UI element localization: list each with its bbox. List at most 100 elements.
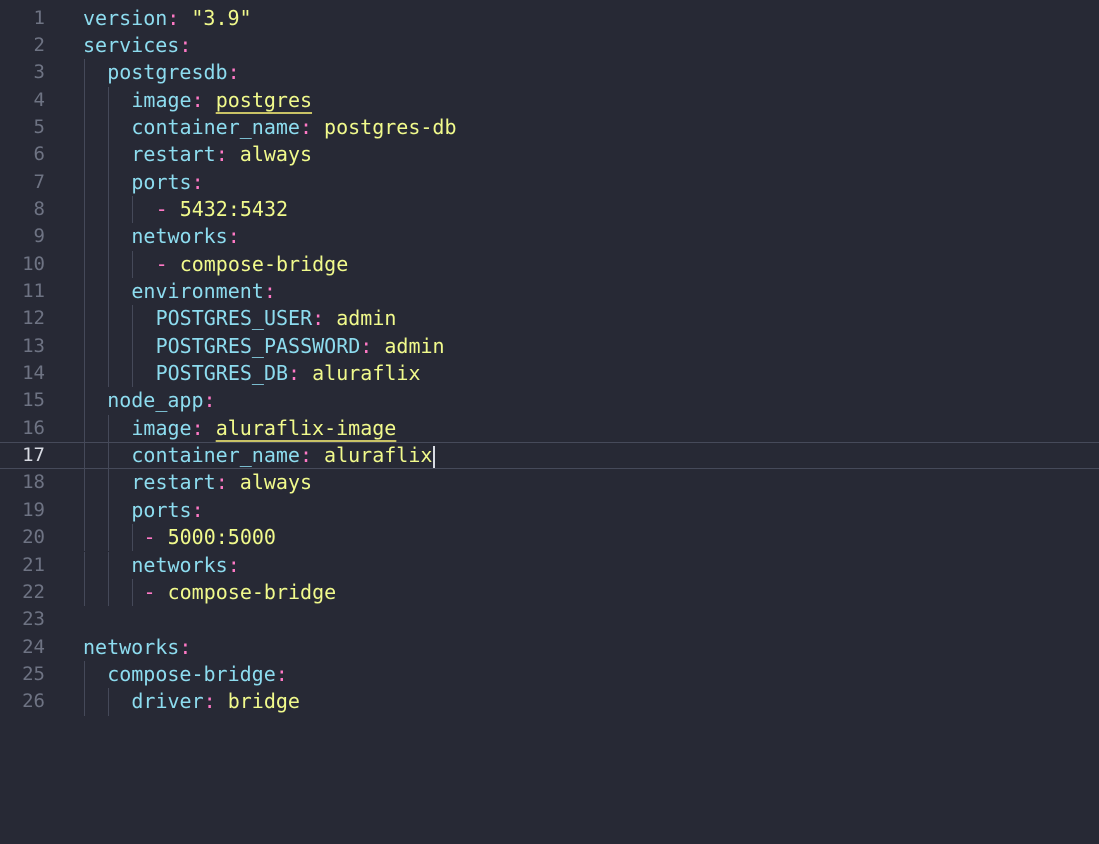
code-line[interactable]: 24 networks: [0, 634, 1099, 661]
list-dash: - [143, 579, 168, 604]
indent-guide [108, 551, 110, 579]
code-text[interactable]: - 5000:5000 [144, 524, 276, 551]
indent-guide [84, 223, 85, 251]
indent-guide [108, 496, 110, 525]
indent-guide [108, 168, 110, 196]
code-text[interactable]: - compose-bridge [156, 251, 349, 278]
code-text[interactable]: restart: always [131, 469, 312, 496]
indent-guide [108, 86, 110, 114]
yaml-key: services [83, 32, 180, 57]
code-line[interactable]: 21 networks: [0, 551, 1099, 579]
code-text[interactable]: - compose-bridge [144, 579, 337, 606]
indent-guide [108, 141, 110, 169]
code-text[interactable]: networks: [83, 634, 191, 661]
code-line[interactable]: 22 - compose-bridge [0, 578, 1099, 607]
indent-guide [84, 688, 85, 716]
yaml-key: environment [131, 279, 264, 303]
code-text[interactable]: - 5432:5432 [156, 196, 288, 223]
indent-guide [132, 250, 134, 278]
code-line[interactable]: 5 container_name: postgres-db [0, 113, 1099, 142]
line-number: 2 [33, 33, 45, 56]
code-text[interactable]: image: aluraflix-image [131, 415, 396, 442]
code-text[interactable]: version: "3.9" [83, 5, 252, 32]
list-dash: - [143, 525, 168, 550]
code-text[interactable]: driver: bridge [131, 688, 300, 715]
code-text[interactable]: node_app: [107, 387, 215, 414]
code-text[interactable]: image: postgres [131, 87, 312, 114]
line-number: 22 [22, 580, 45, 603]
code-line[interactable]: 13 POSTGRES_PASSWORD: admin [0, 332, 1099, 361]
code-line[interactable]: 16 image: aluraflix-image [0, 414, 1099, 443]
yaml-colon: : [179, 634, 192, 659]
code-line[interactable]: 10 - compose-bridge [0, 250, 1099, 278]
code-line[interactable]: 8 - 5432:5432 [0, 195, 1099, 224]
yaml-colon: : [167, 5, 180, 30]
code-text[interactable]: POSTGRES_PASSWORD: admin [156, 333, 445, 360]
yaml-value: postgres-db [312, 114, 457, 139]
code-text[interactable]: networks: [131, 223, 239, 250]
yaml-colon: : [275, 661, 288, 686]
code-text[interactable]: networks: [131, 552, 239, 579]
yaml-colon: : [227, 60, 240, 85]
indent-guide [132, 332, 134, 361]
code-line[interactable]: 11 environment: [0, 278, 1099, 306]
indent-guide [108, 250, 110, 278]
code-line[interactable]: 3 postgresdb: [0, 59, 1099, 87]
code-text[interactable]: POSTGRES_USER: admin [156, 305, 397, 332]
code-text[interactable]: container_name: postgres-db [131, 114, 456, 141]
line-number: 19 [22, 498, 45, 521]
indent-guide [84, 387, 85, 415]
yaml-colon: : [227, 552, 240, 577]
yaml-colon: : [312, 306, 325, 331]
yaml-colon: : [263, 279, 276, 303]
code-text[interactable]: POSTGRES_DB: aluraflix [156, 360, 421, 387]
code-line[interactable]: 17 container_name: aluraflix [0, 442, 1099, 470]
indent-guide [84, 414, 85, 443]
yaml-colon: : [360, 333, 373, 358]
code-text[interactable]: container_name: aluraflix [131, 442, 436, 469]
code-line[interactable]: 15 node_app: [0, 387, 1099, 415]
code-text[interactable]: environment: [131, 278, 276, 305]
yaml-colon: : [191, 415, 204, 440]
code-text[interactable]: compose-bridge: [107, 661, 288, 688]
yaml-key: POSTGRES_PASSWORD [155, 333, 361, 358]
code-line[interactable]: 23 [0, 606, 1099, 633]
indent-guide [84, 469, 85, 497]
code-line[interactable]: 1 version: "3.9" [0, 5, 1099, 32]
yaml-key: container_name [131, 443, 300, 468]
code-line[interactable]: 18 restart: always [0, 469, 1099, 497]
code-text[interactable]: ports: [131, 169, 203, 196]
code-editor[interactable]: 1 version: "3.9" 2 services: 3 postgresdb: 4 im… [0, 0, 1099, 844]
indent-guide [84, 195, 85, 224]
code-line[interactable]: 6 restart: always [0, 141, 1099, 169]
indent-guide [108, 414, 110, 443]
yaml-value: "3.9" [179, 5, 252, 30]
code-text[interactable]: postgresdb: [107, 59, 239, 86]
yaml-value: aluraflix-image [215, 415, 397, 440]
indent-guide [132, 524, 134, 552]
indent-guide [108, 688, 110, 716]
indent-guide [108, 223, 110, 251]
yaml-key: postgresdb [107, 60, 228, 85]
code-line[interactable]: 14 POSTGRES_DB: aluraflix [0, 360, 1099, 388]
yaml-colon: : [215, 470, 228, 495]
code-line[interactable]: 26 driver: bridge [0, 688, 1099, 716]
code-line[interactable]: 2 services: [0, 32, 1099, 59]
indent-guide [108, 578, 110, 607]
indent-guide [84, 250, 85, 278]
code-line[interactable]: 25 compose-bridge: [0, 660, 1099, 689]
code-text[interactable]: services: [83, 32, 191, 59]
yaml-value: 5432:5432 [179, 196, 289, 221]
code-line[interactable]: 19 ports: [0, 496, 1099, 525]
line-number: 20 [22, 526, 45, 549]
code-line[interactable]: 20 - 5000:5000 [0, 524, 1099, 552]
yaml-colon: : [191, 169, 204, 194]
code-line[interactable]: 12 POSTGRES_USER: admin [0, 305, 1099, 333]
code-line[interactable]: 4 image: postgres [0, 86, 1099, 114]
code-text[interactable]: ports: [131, 497, 203, 524]
code-line[interactable]: 9 networks: [0, 223, 1099, 251]
code-text[interactable]: restart: always [131, 141, 312, 168]
indent-guide [108, 305, 110, 333]
line-number: 5 [33, 115, 45, 138]
code-line[interactable]: 7 ports: [0, 168, 1099, 196]
